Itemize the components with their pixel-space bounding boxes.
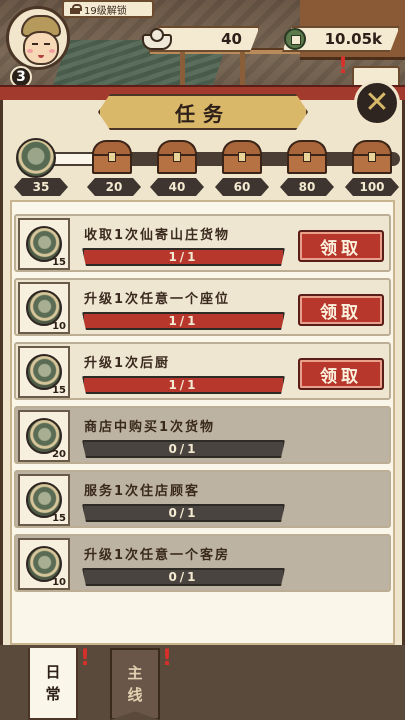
task-progress-text: 1/1 (168, 250, 199, 264)
task-points: 15 (52, 385, 66, 396)
chest-latch (368, 152, 376, 162)
milestone-label: 80 (280, 178, 334, 196)
task-progress-text: 0/1 (168, 570, 199, 584)
gold-ingot-icon (142, 28, 172, 50)
task-points: 10 (52, 577, 66, 588)
task-row: 20 商店中购买1次货物 0/1 (14, 406, 391, 464)
task-points: 20 (52, 449, 66, 460)
task-progress-bar: 1/1 (82, 248, 285, 266)
chest-latch (173, 152, 181, 162)
task-row: 10 升级1次任意一个客房 0/1 (14, 534, 391, 592)
tab-daily-char: 常 (45, 685, 61, 703)
claim-button[interactable]: 领取 (298, 358, 384, 390)
copper-coin-icon (284, 28, 306, 50)
tab-daily-char: 日 (45, 663, 61, 681)
eye-icon (44, 43, 50, 45)
reward-chest-100[interactable] (350, 140, 394, 176)
task-reward-icon: 20 (18, 410, 70, 462)
close-icon: ✕ (364, 85, 390, 120)
claim-button[interactable]: 领取 (298, 230, 384, 262)
task-name: 商店中购买1次货物 (84, 420, 216, 435)
chest-latch (303, 152, 311, 162)
task-reward-icon: 15 (18, 346, 70, 398)
claim-button[interactable]: 领取 (298, 294, 384, 326)
task-progress-text: 0/1 (168, 442, 199, 456)
task-progress-bar: 1/1 (82, 312, 285, 330)
reward-chest-40[interactable] (155, 140, 199, 176)
cheek-icon (49, 49, 55, 53)
task-progress-bar: 1/1 (82, 376, 285, 394)
task-row: 10 升级1次任意一个座位 1/1 领取 (14, 278, 391, 336)
task-progress-text: 0/1 (168, 506, 199, 520)
notice-alert-icon: ! (338, 54, 349, 79)
unlock-tag: 19级解锁 (62, 0, 154, 18)
task-row: 15 收取1次仙寄山庄货物 1/1 领取 (14, 214, 391, 272)
medal-icon (16, 138, 56, 178)
task-reward-icon: 15 (18, 218, 70, 270)
task-name: 升级1次后厨 (84, 356, 171, 371)
task-points: 10 (52, 321, 66, 332)
face-icon (23, 31, 59, 65)
tab-daily[interactable]: 日 常 (28, 648, 78, 720)
post-decoration (240, 50, 245, 90)
task-points: 15 (52, 257, 66, 268)
milestone-label: 40 (150, 178, 204, 196)
gold-value: 40 (221, 30, 242, 48)
task-name: 服务1次住店顾客 (84, 484, 201, 499)
chest-latch (238, 152, 246, 162)
task-row: 15 服务1次住店顾客 0/1 (14, 470, 391, 528)
post-decoration (180, 50, 185, 90)
task-points: 15 (52, 513, 66, 524)
unlock-text: 19级解锁 (84, 5, 127, 17)
tab-daily-alert-icon: ! (80, 646, 91, 671)
task-progress-bar: 0/1 (82, 440, 285, 458)
task-reward-icon: 10 (18, 538, 70, 590)
task-progress-bar: 0/1 (82, 504, 285, 522)
task-reward-icon: 10 (18, 282, 70, 334)
avatar-portrait (6, 6, 70, 70)
task-progress-text: 1/1 (168, 378, 199, 392)
task-reward-icon: 15 (18, 474, 70, 526)
task-name: 收取1次仙寄山庄货物 (84, 228, 231, 243)
task-name: 升级1次任意一个座位 (84, 292, 231, 307)
reward-chest-60[interactable] (220, 140, 264, 176)
tab-main-char: 主 (127, 664, 143, 682)
reward-chest-80[interactable] (285, 140, 329, 176)
current-points-label: 35 (14, 178, 68, 196)
coin-value: 10.05k (324, 30, 382, 48)
task-name: 升级1次任意一个客房 (84, 548, 231, 563)
milestone-label: 60 (215, 178, 269, 196)
panel-title: 任务 (98, 94, 308, 130)
tab-main[interactable]: 主 线 (110, 648, 160, 720)
task-progress-bar: 0/1 (82, 568, 285, 586)
task-progress-text: 1/1 (168, 314, 199, 328)
tab-main-char: 线 (127, 686, 143, 704)
close-button[interactable]: ✕ (354, 80, 400, 126)
task-row: 15 升级1次后厨 1/1 领取 (14, 342, 391, 400)
points-medal (12, 136, 62, 180)
milestone-label: 100 (345, 178, 399, 196)
eye-icon (32, 43, 38, 45)
milestone-label: 20 (87, 178, 141, 196)
cheek-icon (27, 49, 33, 53)
chest-latch (108, 152, 116, 162)
reward-chest-20[interactable] (90, 140, 134, 176)
player-avatar[interactable]: 3 (6, 6, 70, 88)
lock-icon (70, 4, 82, 14)
tab-main-alert-icon: ! (162, 646, 173, 671)
